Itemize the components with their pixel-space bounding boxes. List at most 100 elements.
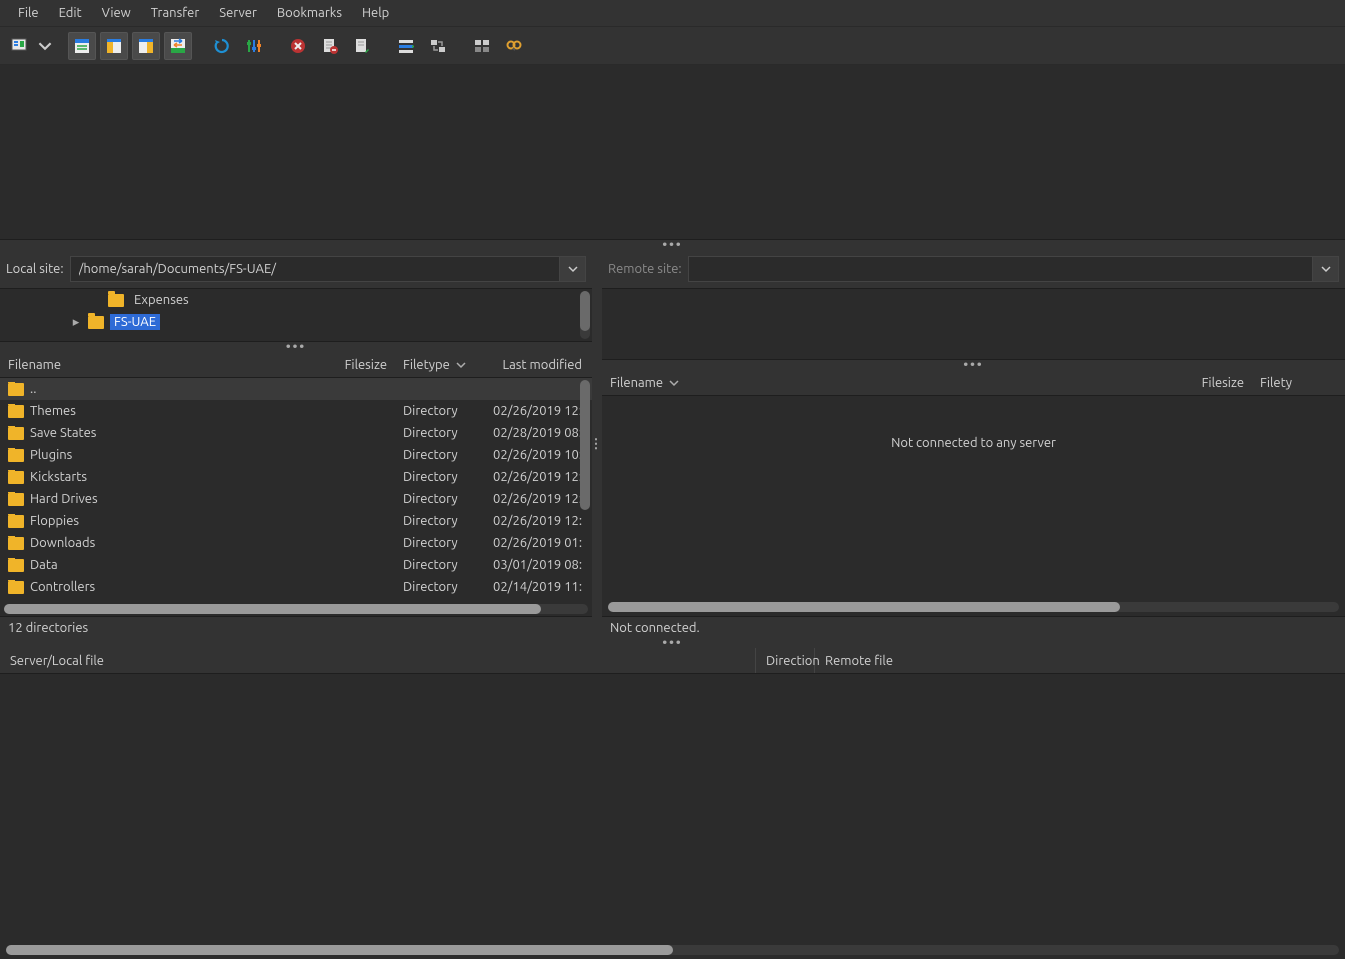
horizontal-splitter[interactable]: ••• <box>0 638 1345 648</box>
file-modified: 02/14/2019 11: <box>485 580 592 594</box>
site-manager-dropdown-icon[interactable] <box>38 32 52 60</box>
chevron-down-icon <box>669 378 679 388</box>
column-remote-file[interactable]: Remote file <box>815 648 1345 673</box>
toggle-remote-tree-icon[interactable] <box>132 32 160 60</box>
file-type: Directory <box>395 404 485 418</box>
local-pane: Local site: Expenses ▸ FS-UAE ••• <box>0 250 592 638</box>
file-name: Plugins <box>30 448 72 462</box>
horizontal-splitter[interactable]: ••• <box>0 342 592 352</box>
menu-help[interactable]: Help <box>352 2 399 24</box>
menu-view[interactable]: View <box>92 2 141 24</box>
file-row[interactable]: PluginsDirectory02/26/2019 10: <box>0 444 592 466</box>
local-site-input[interactable] <box>71 257 559 281</box>
file-type: Directory <box>395 448 485 462</box>
file-type: Directory <box>395 426 485 440</box>
local-site-dropdown[interactable] <box>559 257 585 281</box>
vertical-scrollbar[interactable] <box>580 380 590 510</box>
column-filetype[interactable]: Filety <box>1252 370 1345 395</box>
menu-server[interactable]: Server <box>209 2 267 24</box>
folder-icon <box>108 294 124 307</box>
file-modified: 02/26/2019 12: <box>485 514 592 528</box>
remote-site-dropdown[interactable] <box>1312 257 1338 281</box>
file-row[interactable]: DataDirectory03/01/2019 08: <box>0 554 592 576</box>
column-filesize[interactable]: Filesize <box>340 352 395 377</box>
folder-icon <box>8 515 24 528</box>
column-filename[interactable]: Filename <box>0 352 340 377</box>
remote-tree[interactable] <box>602 288 1345 360</box>
file-row[interactable]: Save States Directory02/28/2019 08: <box>0 422 592 444</box>
file-name: Kickstarts <box>30 470 87 484</box>
file-row[interactable]: KickstartsDirectory02/26/2019 12: <box>0 466 592 488</box>
file-modified: 03/01/2019 08: <box>485 558 592 572</box>
vertical-splitter[interactable]: ⋮ <box>592 250 602 638</box>
file-row[interactable]: ThemesDirectory02/26/2019 12: <box>0 400 592 422</box>
remote-site-label: Remote site: <box>608 262 682 276</box>
horizontal-splitter[interactable]: ••• <box>602 360 1345 370</box>
folder-icon <box>88 316 104 329</box>
file-type: Directory <box>395 492 485 506</box>
remote-site-input[interactable] <box>689 257 1312 281</box>
cancel-icon[interactable] <box>284 32 312 60</box>
local-column-header: Filename Filesize Filetype Last modified <box>0 352 592 378</box>
remote-file-list[interactable]: Not connected to any server <box>602 396 1345 616</box>
compare-icon[interactable] <box>468 32 496 60</box>
menu-edit[interactable]: Edit <box>49 2 92 24</box>
tree-scrollbar[interactable] <box>580 291 590 339</box>
toggle-local-tree-icon[interactable] <box>100 32 128 60</box>
folder-icon <box>8 383 24 396</box>
column-filetype[interactable]: Filetype <box>395 352 485 377</box>
toggle-sync-icon[interactable] <box>424 32 452 60</box>
tree-item-fsuae[interactable]: FS-UAE <box>110 314 160 330</box>
file-row[interactable]: Downloads Directory02/26/2019 01: <box>0 532 592 554</box>
toggle-log-icon[interactable] <box>68 32 96 60</box>
search-icon[interactable] <box>500 32 528 60</box>
refresh-icon[interactable] <box>208 32 236 60</box>
folder-icon <box>8 427 24 440</box>
local-site-label: Local site: <box>6 262 64 276</box>
file-modified: 02/26/2019 12: <box>485 404 592 418</box>
filter-icon[interactable] <box>240 32 268 60</box>
menu-bookmarks[interactable]: Bookmarks <box>267 2 352 24</box>
file-type: Directory <box>395 470 485 484</box>
tree-expander[interactable]: ▸ <box>70 315 82 330</box>
horizontal-scrollbar[interactable] <box>608 602 1339 612</box>
menu-bar: File Edit View Transfer Server Bookmarks… <box>0 0 1345 27</box>
file-type: Directory <box>395 580 485 594</box>
file-row[interactable]: .. <box>0 378 592 400</box>
local-tree[interactable]: Expenses ▸ FS-UAE <box>0 288 592 342</box>
disconnect-icon[interactable] <box>316 32 344 60</box>
folder-icon <box>8 559 24 572</box>
menu-file[interactable]: File <box>8 2 49 24</box>
menu-transfer[interactable]: Transfer <box>141 2 210 24</box>
toggle-queue-icon[interactable] <box>164 32 192 60</box>
horizontal-scrollbar[interactable] <box>6 945 1339 955</box>
file-row[interactable]: FloppiesDirectory02/26/2019 12: <box>0 510 592 532</box>
file-name: Save States <box>30 426 96 440</box>
remote-status: Not connected. <box>602 616 1345 638</box>
file-name: Controllers <box>30 580 95 594</box>
transfer-queue[interactable] <box>0 674 1345 959</box>
file-name: Downloads <box>30 536 95 550</box>
chevron-down-icon <box>456 360 466 370</box>
column-filesize[interactable]: Filesize <box>1197 370 1252 395</box>
file-type: Directory <box>395 536 485 550</box>
folder-icon <box>8 493 24 506</box>
column-direction[interactable]: Direction <box>755 648 815 673</box>
horizontal-splitter[interactable]: ••• <box>0 240 1345 250</box>
folder-icon <box>8 471 24 484</box>
reconnect-icon[interactable] <box>348 32 376 60</box>
folder-icon <box>8 449 24 462</box>
file-row[interactable]: Hard DrivesDirectory02/26/2019 12: <box>0 488 592 510</box>
column-last-modified[interactable]: Last modified <box>485 352 592 377</box>
column-filename[interactable]: Filename <box>602 370 1197 395</box>
process-queue-icon[interactable] <box>392 32 420 60</box>
file-name: Floppies <box>30 514 79 528</box>
file-modified: 02/28/2019 08: <box>485 426 592 440</box>
horizontal-scrollbar[interactable] <box>4 604 588 614</box>
file-row[interactable]: Controllers Directory02/14/2019 11: <box>0 576 592 598</box>
column-server-local-file[interactable]: Server/Local file <box>0 648 755 673</box>
local-file-list[interactable]: ..ThemesDirectory02/26/2019 12:Save Stat… <box>0 378 592 616</box>
site-manager-icon[interactable] <box>6 32 34 60</box>
file-modified: 02/26/2019 01: <box>485 536 592 550</box>
tree-item-expenses[interactable]: Expenses <box>130 292 193 308</box>
